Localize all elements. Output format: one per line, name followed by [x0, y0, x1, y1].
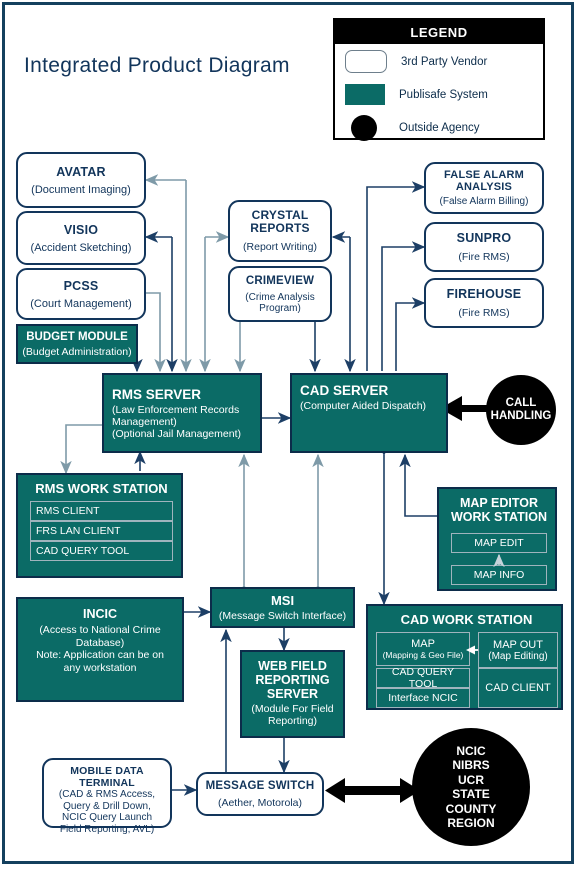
page-title: Integrated Product Diagram	[24, 54, 290, 77]
rms-work-station-item-rms-client[interactable]: RMS CLIENT	[30, 501, 173, 521]
node-pcss[interactable]: PCSS (Court Management)	[16, 268, 146, 320]
frs-lan-client-label: FRS LAN CLIENT	[36, 525, 121, 537]
legend-label-vendor: 3rd Party Vendor	[401, 55, 488, 68]
node-call-handling-line1: CALL	[505, 397, 537, 409]
node-avatar-sub: (Document Imaging)	[31, 183, 131, 196]
node-web-field-title-line3: SERVER	[266, 687, 319, 701]
node-crimeview-title: CRIMEVIEW	[245, 274, 315, 287]
node-budget-module[interactable]: BUDGET MODULE (Budget Administration)	[16, 324, 138, 364]
node-mdt-sub-line1: (CAD & RMS Access,	[58, 789, 156, 800]
node-map-editor-work-station[interactable]: MAP EDITOR WORK STATION MAP EDIT MAP INF…	[437, 487, 557, 591]
node-firehouse-title: FIREHOUSE	[446, 287, 522, 301]
node-false-alarm-title-line1: FALSE ALARM	[443, 169, 524, 181]
node-firehouse[interactable]: FIREHOUSE (Fire RMS)	[424, 278, 544, 328]
node-crimeview-sub-line1: (Crime Analysis	[245, 291, 315, 303]
node-false-alarm-sub: (False Alarm Billing)	[439, 196, 529, 207]
node-avatar-title: AVATAR	[56, 164, 106, 179]
legend-row-publisafe: Publisafe System	[335, 79, 543, 110]
node-message-switch-sub: (Aether, Motorola)	[217, 796, 303, 809]
node-message-switch[interactable]: MESSAGE SWITCH (Aether, Motorola)	[196, 772, 324, 816]
node-msi-sub: (Message Switch Interface)	[218, 610, 347, 622]
node-rms-server-sub-line2: Management)	[112, 415, 177, 428]
node-mdt-sub-line3: NCIC Query Launch	[61, 812, 153, 823]
vendor-swatch-icon	[345, 50, 387, 73]
ncic-line-3: UCR	[458, 772, 484, 787]
node-rms-server-title: RMS SERVER	[112, 386, 202, 402]
node-ncic-agencies[interactable]: NCIC NIBRS UCR STATE COUNTY REGION	[412, 728, 530, 846]
node-crystal-reports[interactable]: CRYSTAL REPORTS (Report Writing)	[228, 200, 332, 262]
ncic-line-4: STATE	[452, 787, 490, 801]
node-firehouse-sub: (Fire RMS)	[458, 307, 510, 319]
node-mobile-data-terminal[interactable]: MOBILE DATA TERMINAL (CAD & RMS Access, …	[42, 758, 172, 835]
node-avatar[interactable]: AVATAR (Document Imaging)	[16, 152, 146, 208]
node-pcss-sub: (Court Management)	[30, 297, 132, 310]
node-visio[interactable]: VISIO (Accident Sketching)	[16, 211, 146, 265]
node-budget-module-sub: (Budget Administration)	[22, 345, 132, 358]
node-mdt-title-line2: TERMINAL	[79, 777, 135, 789]
node-web-field-sub-line1: (Module For Field	[251, 703, 334, 715]
node-crystal-reports-sub: (Report Writing)	[243, 241, 317, 253]
node-incic-sub-line4: any workstation	[63, 661, 137, 674]
node-crimeview[interactable]: CRIMEVIEW (Crime Analysis Program)	[228, 266, 332, 322]
node-rms-server-sub-line1: (Law Enforcement Records	[112, 403, 240, 416]
node-call-handling[interactable]: CALL HANDLING	[486, 375, 556, 445]
node-visio-title: VISIO	[63, 222, 99, 237]
node-rms-work-station-title: RMS WORK STATION	[35, 481, 168, 496]
node-sunpro[interactable]: SUNPRO (Fire RMS)	[424, 222, 544, 272]
node-cad-server-sub: (Computer Aided Dispatch)	[300, 400, 427, 412]
node-msi[interactable]: MSI (Message Switch Interface)	[210, 587, 355, 628]
node-web-field-reporting-server[interactable]: WEB FIELD REPORTING SERVER (Module For F…	[240, 650, 345, 738]
rms-work-station-item-frs-lan-client[interactable]: FRS LAN CLIENT	[30, 521, 173, 541]
node-visio-sub: (Accident Sketching)	[30, 241, 132, 254]
rms-work-station-item-cad-query-tool[interactable]: CAD QUERY TOOL	[30, 541, 173, 561]
legend-row-agency: Outside Agency	[335, 112, 543, 143]
ncic-line-2: NIBRS	[452, 758, 490, 772]
ncic-line-1: NCIC	[456, 743, 486, 758]
node-sunpro-title: SUNPRO	[456, 231, 512, 245]
node-rms-work-station[interactable]: RMS WORK STATION RMS CLIENT FRS LAN CLIE…	[16, 473, 183, 578]
node-incic-title: INCIC	[82, 607, 118, 621]
node-sunpro-sub: (Fire RMS)	[458, 251, 510, 263]
legend-row-vendor: 3rd Party Vendor	[335, 46, 543, 77]
cad-query-tool-label: CAD QUERY TOOL	[36, 545, 130, 557]
node-mdt-sub-line2: Query & Drill Down,	[63, 800, 151, 812]
node-web-field-sub-line2: Reporting)	[267, 715, 318, 727]
node-rms-server-sub-line3: (Optional Jail Management)	[112, 427, 241, 440]
node-mdt-title-line1: MOBILE DATA	[70, 765, 144, 777]
node-web-field-title-line1: WEB FIELD	[258, 659, 327, 673]
node-msi-title: MSI	[270, 593, 295, 608]
node-cad-server[interactable]: CAD SERVER (Computer Aided Dispatch)	[290, 373, 448, 453]
rms-client-label: RMS CLIENT	[36, 505, 100, 517]
publisafe-swatch-icon	[345, 84, 385, 105]
node-rms-server[interactable]: RMS SERVER (Law Enforcement Records Mana…	[102, 373, 262, 453]
legend-label-publisafe: Publisafe System	[399, 88, 488, 101]
node-crimeview-sub-line2: Program)	[259, 302, 301, 314]
outside-agency-swatch-icon	[351, 114, 377, 141]
legend: LEGEND 3rd Party Vendor Publisafe System…	[333, 18, 545, 143]
node-message-switch-title: MESSAGE SWITCH	[205, 779, 315, 792]
node-budget-module-title: BUDGET MODULE	[26, 330, 128, 343]
legend-heading: LEGEND	[335, 20, 543, 44]
legend-label-agency: Outside Agency	[399, 121, 480, 134]
node-false-alarm-title-line2: ANALYSIS	[455, 181, 513, 193]
node-cad-work-station[interactable]: CAD WORK STATION MAP (Mapping & Geo File…	[366, 604, 563, 710]
node-mdt-sub-line4: Field Reporting, AVL)	[59, 823, 155, 835]
node-crystal-reports-title-line2: REPORTS	[250, 221, 310, 235]
node-incic-sub-line1: (Access to National Crime	[39, 624, 161, 636]
node-incic[interactable]: INCIC (Access to National Crime Database…	[16, 597, 184, 702]
node-incic-sub-line2: Database)	[75, 636, 125, 649]
map-info-to-map-edit-arrow	[493, 553, 505, 568]
node-call-handling-line2: HANDLING	[490, 410, 552, 422]
node-web-field-title-line2: REPORTING	[255, 673, 330, 687]
ncic-line-5: COUNTY	[445, 801, 497, 816]
node-pcss-title: PCSS	[63, 278, 99, 293]
node-cad-server-title: CAD SERVER	[300, 383, 389, 398]
map-out-to-map-arrow	[466, 645, 478, 655]
node-false-alarm-analysis[interactable]: FALSE ALARM ANALYSIS (False Alarm Billin…	[424, 162, 544, 214]
node-incic-sub-line3: Note: Application can be on	[36, 649, 164, 661]
ncic-line-6: REGION	[447, 816, 495, 830]
diagram-canvas: Integrated Product Diagram LEGEND 3rd Pa…	[0, 0, 580, 870]
